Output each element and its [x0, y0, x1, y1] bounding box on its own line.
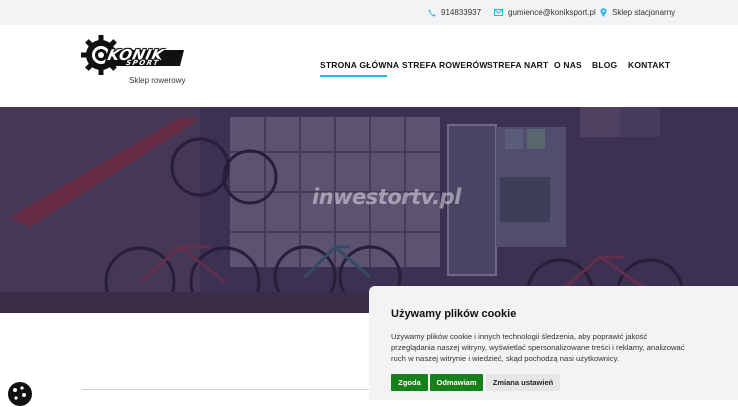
- nav-item-contact[interactable]: KONTAKT: [628, 60, 670, 70]
- hero-image: [0, 107, 738, 313]
- cookie-settings-icon[interactable]: [7, 381, 33, 407]
- tagline: Sklep rowerowy: [129, 76, 186, 85]
- nav-item-about[interactable]: O NAS: [554, 60, 582, 70]
- email-address: gumience@koniksport.pl: [508, 8, 596, 17]
- hero-overlay: [0, 107, 738, 313]
- cookie-text-line: przeglądania naszej witryny, wyświetlać …: [391, 343, 685, 352]
- store-link[interactable]: Sklep stacjonarny: [600, 0, 675, 25]
- map-pin-icon: [600, 8, 607, 17]
- nav-item-bikes[interactable]: STREFA ROWERÓW: [402, 60, 488, 70]
- phone-icon: [428, 8, 436, 17]
- logo-subword: SPORT: [125, 59, 161, 67]
- settings-button[interactable]: Zmiana ustawień: [486, 374, 560, 391]
- cookie-title: Używamy plików cookie: [391, 308, 517, 320]
- cookie-description: Używamy plików cookie i innych technolog…: [391, 331, 721, 364]
- reject-button[interactable]: Odmawiam: [430, 374, 483, 391]
- content-divider: [82, 389, 372, 390]
- email-link[interactable]: gumience@koniksport.pl: [494, 0, 596, 25]
- nav-item-home[interactable]: STRONA GŁÓWNA: [320, 60, 399, 70]
- phone-number: 914833937: [441, 8, 482, 17]
- envelope-icon: [494, 9, 503, 16]
- store-label: Sklep stacjonarny: [612, 8, 676, 17]
- nav-item-ski[interactable]: STREFA NART: [487, 60, 548, 70]
- nav-item-blog[interactable]: BLOG: [592, 60, 617, 70]
- accept-button[interactable]: Zgoda: [391, 374, 428, 391]
- cookie-text-line: Używamy plików cookie i innych technolog…: [391, 332, 648, 341]
- image-watermark: inwestortv.pl: [312, 185, 461, 209]
- top-bar: 914833937 gumience@koniksport.pl Sklep s…: [0, 0, 738, 25]
- phone-link[interactable]: 914833937: [428, 0, 481, 25]
- cookie-text-line: ruch w naszej witrynie i wiedzieć, skąd …: [391, 354, 620, 363]
- active-nav-indicator: [320, 75, 387, 77]
